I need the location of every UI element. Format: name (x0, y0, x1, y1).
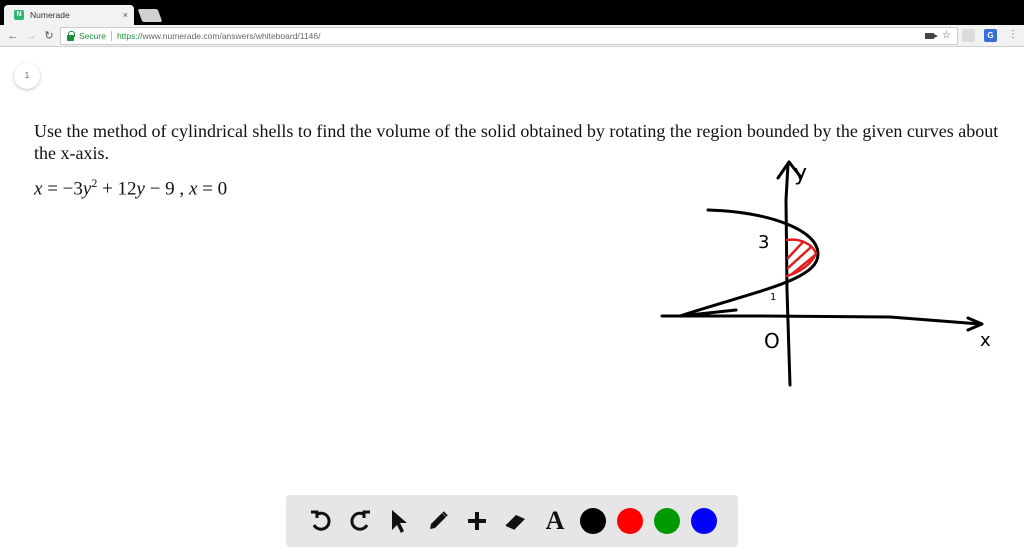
color-swatch-blue[interactable] (691, 508, 717, 534)
undo-icon (311, 510, 331, 531)
reload-icon[interactable]: ↻ (42, 28, 56, 44)
google-extension-icon[interactable]: G (984, 29, 997, 42)
tick-label-3: 3 (758, 232, 769, 253)
browser-toolbar: ← → ↻ Secure https:// www.numerade.com /… (0, 25, 1024, 47)
eraser-icon (505, 515, 525, 530)
browser-tab[interactable]: N Numerade × (4, 5, 134, 25)
pencil-icon (430, 511, 448, 529)
add-tool-button[interactable] (463, 507, 491, 535)
parabola-curve (678, 208, 820, 318)
y-axis-label: y (794, 161, 807, 186)
color-swatch-red[interactable] (617, 508, 643, 534)
color-swatch-green[interactable] (654, 508, 680, 534)
pen-tool-button[interactable] (424, 507, 452, 535)
tick-label-1: 1 (770, 292, 776, 303)
origin-label: O (764, 329, 780, 353)
drawing-toolbar: A (286, 495, 738, 547)
eq-part: = 0 (197, 178, 228, 200)
x-axis-label: x (980, 330, 991, 351)
redo-button[interactable] (346, 507, 374, 535)
eq-part: + 12 (97, 178, 137, 200)
select-tool-button[interactable] (385, 507, 413, 535)
forward-arrow-icon[interactable]: → (24, 28, 38, 44)
eraser-tool-button[interactable] (502, 507, 530, 535)
eq-var: x (34, 178, 43, 200)
url-path: /answers/whiteboard/1146/ (219, 31, 321, 41)
eq-part: = −3 (47, 178, 83, 200)
plus-icon (468, 512, 486, 530)
equation: x = −3y2 + 12y − 9 , x = 0 (34, 176, 227, 200)
divider (110, 31, 112, 41)
text-tool-button[interactable]: A (541, 506, 569, 535)
secure-label: Secure (79, 31, 106, 41)
color-swatch-black[interactable] (580, 508, 606, 534)
url-scheme: https:// (116, 31, 143, 41)
camera-icon[interactable] (925, 33, 939, 39)
eq-var: y (136, 178, 145, 200)
tab-close-icon[interactable]: × (123, 10, 128, 20)
eq-part: − 9 , (144, 178, 185, 200)
lock-icon (67, 30, 75, 41)
x-axis-line (660, 314, 982, 326)
shading-stroke (790, 254, 816, 276)
redo-icon (350, 510, 370, 531)
extension-icon[interactable] (962, 29, 975, 42)
menu-dots-icon[interactable]: ⋮ (1008, 29, 1018, 40)
undo-button[interactable] (307, 507, 335, 535)
back-arrow-icon[interactable]: ← (6, 28, 20, 44)
address-bar[interactable]: Secure https:// www.numerade.com /answer… (60, 27, 958, 45)
cursor-arrow-icon (392, 510, 407, 533)
tab-title: Numerade (30, 10, 70, 20)
browser-tab-bar: N Numerade × (0, 0, 1024, 25)
url-host: www.numerade.com (142, 31, 220, 41)
page-number-badge[interactable]: 1 (14, 63, 40, 89)
bookmark-star-icon[interactable]: ☆ (942, 30, 951, 41)
hand-drawn-sketch: y x O 3 1 (660, 160, 991, 387)
new-tab-button[interactable] (137, 9, 163, 22)
numerade-favicon-icon: N (14, 10, 24, 20)
